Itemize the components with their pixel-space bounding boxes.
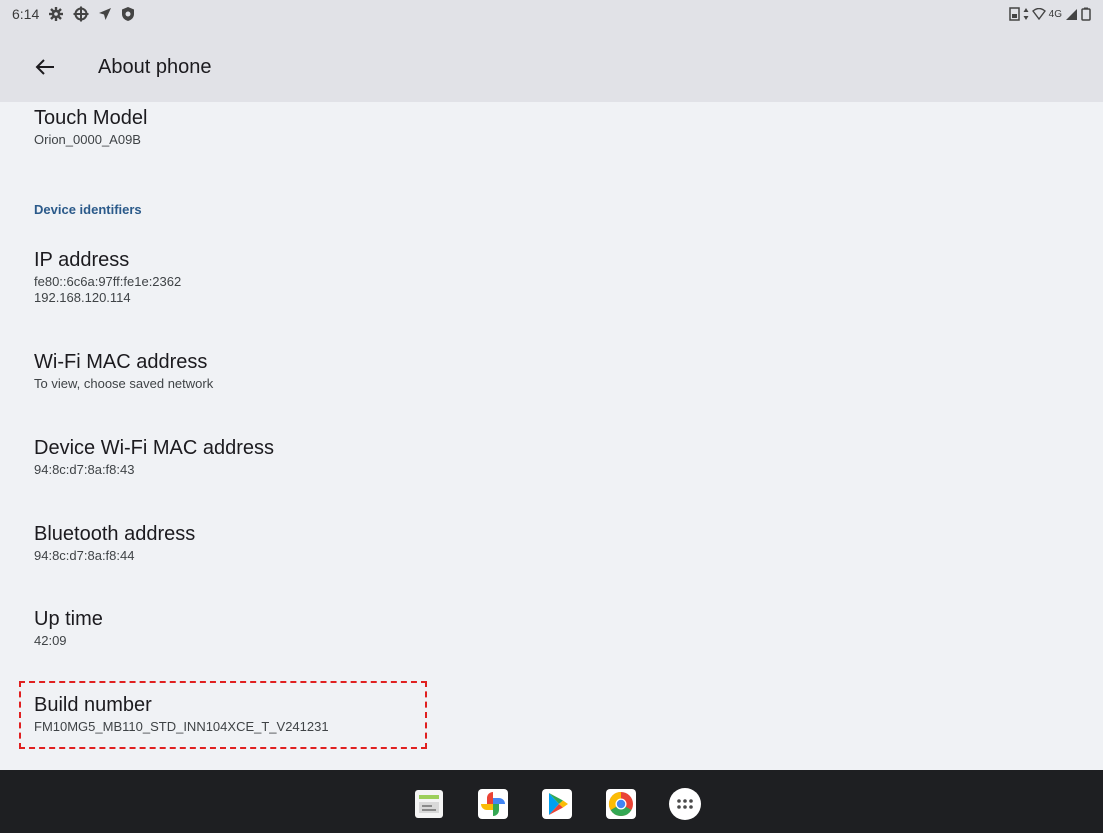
- pref-device-wifi-mac-address[interactable]: Device Wi-Fi MAC address 94:8c:d7:8a:f8:…: [34, 436, 934, 478]
- chrome-icon[interactable]: [603, 786, 639, 822]
- pref-wifi-mac-address[interactable]: Wi-Fi MAC address To view, choose saved …: [34, 350, 934, 392]
- photos-app-icon[interactable]: [475, 786, 511, 822]
- pref-bluetooth-address[interactable]: Bluetooth address 94:8c:d7:8a:f8:44: [34, 522, 934, 564]
- pref-touch-model[interactable]: Touch Model Orion_0000_A09B: [34, 106, 934, 148]
- back-button[interactable]: [30, 52, 60, 82]
- pref-ip-address[interactable]: IP address fe80::6c6a:97ff:fe1e:2362 192…: [34, 248, 934, 306]
- play-store-icon[interactable]: [539, 786, 575, 822]
- pref-summary: 94:8c:d7:8a:f8:43: [34, 462, 135, 477]
- app-drawer-icon[interactable]: [667, 786, 703, 822]
- pref-title: Bluetooth address: [34, 523, 196, 545]
- location-arrow-icon: [98, 7, 112, 21]
- pref-title: Device Wi-Fi MAC address: [34, 437, 275, 459]
- notes-app-icon[interactable]: [411, 786, 447, 822]
- status-time: 6:14: [12, 6, 40, 22]
- dock: [411, 786, 703, 822]
- pref-title: Touch Model: [34, 107, 148, 129]
- status-left: 6:14: [12, 6, 135, 22]
- settings-list[interactable]: Touch Model Orion_0000_A09B Device ident…: [0, 102, 1103, 770]
- wifi-icon: [1031, 8, 1046, 20]
- arrow-left-icon: [35, 59, 54, 75]
- status-bar: 6:14 4G: [0, 0, 1103, 30]
- pref-summary: To view, choose saved network: [34, 376, 214, 391]
- pref-summary: 42:09: [34, 633, 67, 648]
- settings-screen: 6:14 4G About phone Touch Model Orion_00…: [0, 0, 1103, 833]
- pref-summary: FM10MG5_MB110_STD_INN104XCE_T_V241231: [34, 719, 329, 734]
- pref-summary-line2: 192.168.120.114: [34, 290, 131, 305]
- data-arrows-icon: [1023, 7, 1029, 21]
- status-right: 4G: [1008, 7, 1091, 21]
- sim-icon: [1008, 7, 1020, 21]
- pref-summary: 94:8c:d7:8a:f8:44: [34, 548, 135, 563]
- page-title: About phone: [98, 56, 212, 78]
- shield-icon: [121, 6, 135, 22]
- pref-summary: Orion_0000_A09B: [34, 132, 141, 147]
- battery-icon: [1081, 7, 1091, 21]
- pref-summary-line1: fe80::6c6a:97ff:fe1e:2362: [34, 274, 182, 289]
- network-type-label: 4G: [1048, 8, 1062, 20]
- pref-title: IP address: [34, 249, 130, 271]
- pref-up-time[interactable]: Up time 42:09: [34, 607, 934, 649]
- pref-build-number[interactable]: Build number FM10MG5_MB110_STD_INN104XCE…: [34, 693, 934, 735]
- signal-icon: [1065, 8, 1078, 21]
- section-header-device-identifiers: Device identifiers: [34, 202, 142, 217]
- app-bar: About phone: [0, 30, 1103, 102]
- pref-title: Build number: [34, 694, 152, 716]
- pref-title: Wi-Fi MAC address: [34, 351, 208, 373]
- settings-icon: [48, 6, 64, 22]
- nav-bar: [0, 770, 1103, 833]
- crosshair-icon: [73, 6, 89, 22]
- pref-title: Up time: [34, 608, 103, 630]
